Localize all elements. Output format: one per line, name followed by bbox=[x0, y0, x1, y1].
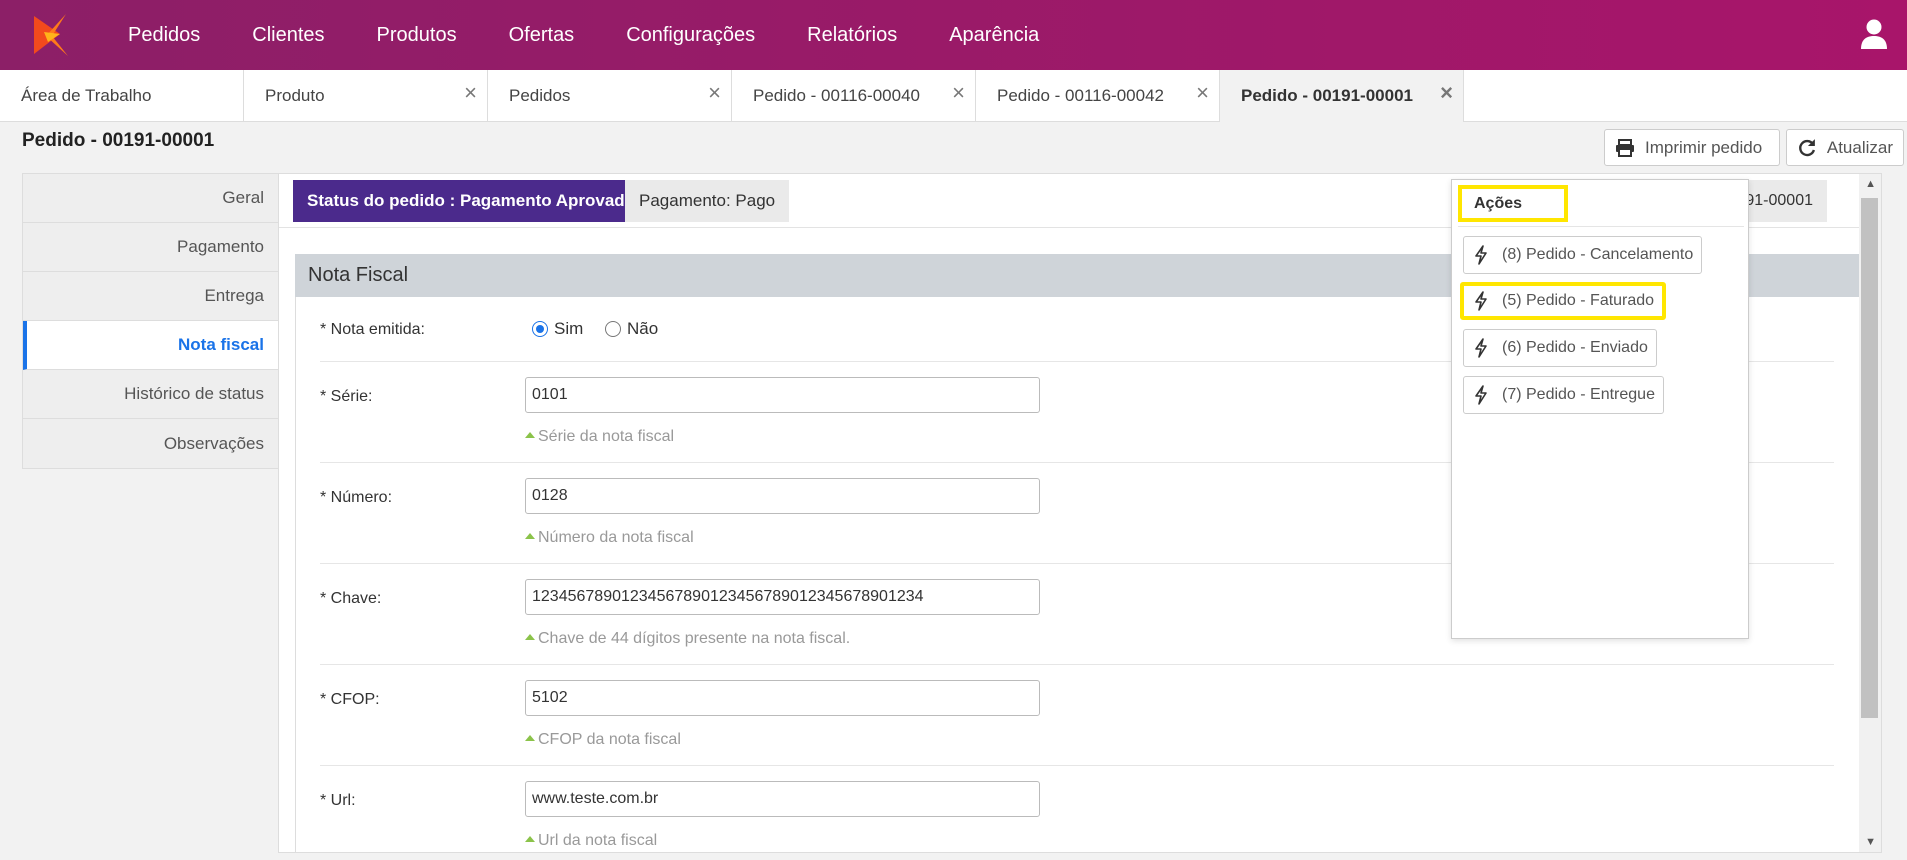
app-logo[interactable] bbox=[0, 0, 102, 70]
close-icon[interactable]: × bbox=[1196, 82, 1209, 104]
tab-label: Pedido - 00191-00001 bbox=[1241, 86, 1413, 105]
cfop-hint-text: CFOP da nota fiscal bbox=[538, 731, 681, 748]
printer-icon bbox=[1616, 138, 1634, 157]
bolt-icon bbox=[1475, 291, 1487, 311]
tab-label: Área de Trabalho bbox=[21, 86, 152, 105]
action-label: (6) Pedido - Enviado bbox=[1502, 339, 1648, 356]
nav-clientes[interactable]: Clientes bbox=[226, 0, 350, 70]
form-row-cfop: * CFOP: CFOP da nota fiscal bbox=[320, 665, 1834, 766]
order-status-badge: Status do pedido : Pagamento Aprovado bbox=[293, 180, 650, 222]
cfop-label: * CFOP: bbox=[320, 691, 380, 708]
nav-produtos[interactable]: Produtos bbox=[351, 0, 483, 70]
radio-sim-label: Sim bbox=[554, 319, 584, 338]
numero-input[interactable] bbox=[525, 478, 1040, 514]
close-icon[interactable]: × bbox=[952, 82, 965, 104]
scroll-down-arrow-icon[interactable]: ▼ bbox=[1865, 836, 1876, 848]
close-icon[interactable]: × bbox=[464, 82, 477, 104]
user-icon[interactable] bbox=[1859, 18, 1889, 50]
bolt-icon bbox=[1475, 338, 1487, 358]
bolt-icon bbox=[1475, 245, 1487, 265]
tab-label: Pedido - 00116-00042 bbox=[997, 86, 1164, 105]
payment-status-badge: Pagamento: Pago bbox=[625, 180, 790, 222]
refresh-button[interactable]: Atualizar bbox=[1786, 129, 1904, 166]
numero-hint-text: Número da nota fiscal bbox=[538, 529, 694, 546]
tab-pedido-00191-00001[interactable]: Pedido - 00191-00001 × bbox=[1220, 70, 1464, 122]
hint-arrow-icon bbox=[525, 836, 535, 842]
radio-sim[interactable]: Sim bbox=[532, 319, 583, 339]
tab-pedido-00116-00042[interactable]: Pedido - 00116-00042 × bbox=[976, 70, 1220, 122]
sidebar-item-observacoes[interactable]: Observações bbox=[23, 419, 278, 468]
action-enviado-button[interactable]: (6) Pedido - Enviado bbox=[1463, 329, 1657, 367]
sidebar-item-entrega[interactable]: Entrega bbox=[23, 272, 278, 321]
serie-label: * Série: bbox=[320, 388, 373, 405]
radio-nao[interactable]: Não bbox=[605, 319, 658, 339]
tab-pedidos[interactable]: Pedidos × bbox=[488, 70, 732, 122]
sidebar-item-geral[interactable]: Geral bbox=[23, 174, 278, 223]
chave-label: * Chave: bbox=[320, 590, 382, 607]
tab-bar: Área de Trabalho Produto × Pedidos × Ped… bbox=[0, 70, 1907, 122]
side-menu: Geral Pagamento Entrega Nota fiscal Hist… bbox=[22, 173, 279, 469]
nav-aparencia[interactable]: Aparência bbox=[923, 0, 1065, 70]
serie-hint: Série da nota fiscal bbox=[525, 428, 674, 446]
scrollbar[interactable]: ▲ ▼ bbox=[1859, 174, 1881, 852]
page-title: Pedido - 00191-00001 bbox=[22, 130, 215, 151]
url-hint: Url da nota fiscal bbox=[525, 832, 657, 850]
tab-label: Pedidos bbox=[509, 86, 571, 105]
top-navigation: Pedidos Clientes Produtos Ofertas Config… bbox=[0, 0, 1907, 70]
hint-arrow-icon bbox=[525, 735, 535, 741]
bolt-icon bbox=[1475, 385, 1487, 405]
hint-arrow-icon bbox=[525, 634, 535, 640]
tab-produto[interactable]: Produto × bbox=[244, 70, 488, 122]
numero-label: * Número: bbox=[320, 489, 393, 506]
refresh-icon bbox=[1799, 138, 1816, 156]
nav-ofertas[interactable]: Ofertas bbox=[483, 0, 601, 70]
numero-hint: Número da nota fiscal bbox=[525, 529, 694, 547]
nav-pedidos[interactable]: Pedidos bbox=[102, 0, 226, 70]
radio-nao-indicator[interactable] bbox=[605, 321, 621, 337]
chave-hint-text: Chave de 44 dígitos presente na nota fis… bbox=[538, 630, 851, 647]
logo-icon bbox=[34, 14, 68, 56]
url-input[interactable] bbox=[525, 781, 1040, 817]
chave-input[interactable] bbox=[525, 579, 1040, 615]
form-row-url: * Url: Url da nota fiscal bbox=[320, 766, 1834, 852]
action-cancelamento-button[interactable]: (8) Pedido - Cancelamento bbox=[1463, 236, 1703, 274]
tab-area-de-trabalho[interactable]: Área de Trabalho bbox=[0, 70, 244, 122]
actions-divider bbox=[1458, 226, 1744, 227]
sidebar-item-pagamento[interactable]: Pagamento bbox=[23, 223, 278, 272]
tab-label: Produto bbox=[265, 86, 325, 105]
tab-pedido-00116-00040[interactable]: Pedido - 00116-00040 × bbox=[732, 70, 976, 122]
hint-arrow-icon bbox=[525, 533, 535, 539]
print-order-label: Imprimir pedido bbox=[1645, 137, 1763, 157]
cfop-hint: CFOP da nota fiscal bbox=[525, 731, 681, 749]
url-label: * Url: bbox=[320, 792, 356, 809]
action-label: (7) Pedido - Entregue bbox=[1502, 386, 1655, 403]
cfop-input[interactable] bbox=[525, 680, 1040, 716]
chave-hint: Chave de 44 dígitos presente na nota fis… bbox=[525, 630, 850, 648]
close-icon[interactable]: × bbox=[1440, 82, 1453, 104]
scroll-up-arrow-icon[interactable]: ▲ bbox=[1865, 178, 1876, 190]
radio-sim-indicator[interactable] bbox=[532, 321, 548, 337]
action-faturado-button[interactable]: (5) Pedido - Faturado bbox=[1460, 282, 1667, 320]
action-entregue-button[interactable]: (7) Pedido - Entregue bbox=[1463, 376, 1664, 414]
nota-emitida-label: * Nota emitida: bbox=[320, 321, 425, 338]
serie-input[interactable] bbox=[525, 377, 1040, 413]
nav-configuracoes[interactable]: Configurações bbox=[600, 0, 781, 70]
print-order-button[interactable]: Imprimir pedido bbox=[1604, 129, 1780, 166]
radio-nao-label: Não bbox=[627, 319, 659, 338]
close-icon[interactable]: × bbox=[708, 82, 721, 104]
tab-label: Pedido - 00116-00040 bbox=[753, 86, 920, 105]
actions-panel: Ações (8) Pedido - Cancelamento (5) Pedi… bbox=[1451, 179, 1749, 639]
hint-arrow-icon bbox=[525, 432, 535, 438]
refresh-label: Atualizar bbox=[1826, 137, 1893, 157]
scroll-thumb[interactable] bbox=[1861, 198, 1878, 718]
actions-title: Ações bbox=[1458, 185, 1568, 222]
serie-hint-text: Série da nota fiscal bbox=[538, 428, 675, 445]
action-label: (5) Pedido - Faturado bbox=[1502, 292, 1655, 309]
sidebar-item-historico-status[interactable]: Histórico de status bbox=[23, 370, 278, 419]
action-label: (8) Pedido - Cancelamento bbox=[1502, 246, 1694, 263]
url-hint-text: Url da nota fiscal bbox=[538, 832, 658, 849]
nav-relatorios[interactable]: Relatórios bbox=[781, 0, 923, 70]
sidebar-item-nota-fiscal[interactable]: Nota fiscal bbox=[23, 321, 278, 370]
